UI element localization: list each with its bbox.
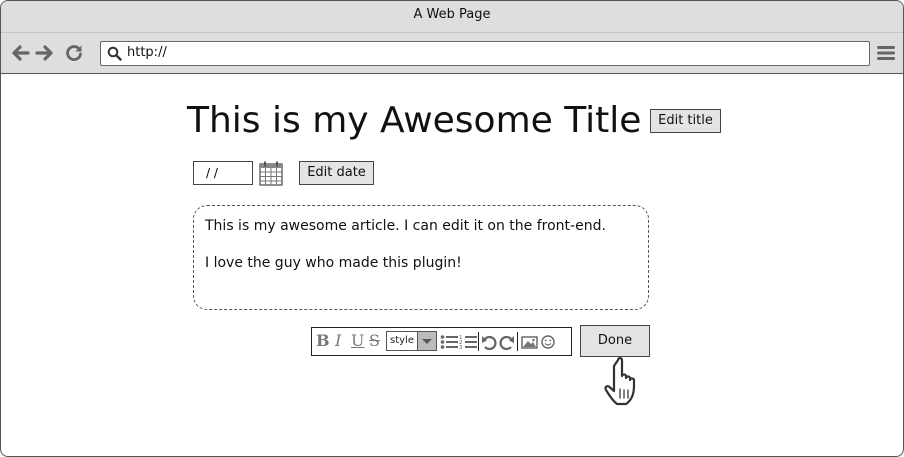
toolbar-divider [478, 332, 479, 351]
article-paragraph: I love the guy who made this plugin! [205, 255, 462, 271]
edit-title-button[interactable]: Edit title [650, 109, 721, 133]
url-text: http:// [127, 45, 167, 60]
emoji-icon[interactable] [540, 332, 556, 352]
hamburger-menu-icon[interactable] [877, 45, 895, 61]
edit-date-button[interactable]: Edit date [299, 161, 374, 185]
italic-button[interactable]: I [335, 331, 341, 350]
page-title: This is my Awesome Title [187, 100, 642, 141]
search-icon [107, 46, 122, 61]
toolbar-divider [517, 332, 518, 351]
numbered-list-icon[interactable]: 1 2 3 [459, 332, 477, 352]
strikethrough-button[interactable]: S [369, 331, 380, 350]
undo-icon[interactable] [481, 332, 497, 352]
address-bar[interactable]: http:// [100, 41, 870, 66]
bulleted-list-icon[interactable] [440, 332, 458, 352]
article-paragraph: This is my awesome article. I can edit i… [205, 218, 606, 234]
date-field[interactable]: / / [193, 161, 253, 185]
redo-icon[interactable] [499, 332, 515, 352]
calendar-icon[interactable] [259, 161, 283, 186]
page-content: This is my Awesome Title Edit title / / … [1, 74, 903, 456]
svg-text:3: 3 [459, 345, 463, 351]
hand-cursor-icon [604, 357, 636, 406]
article-editor[interactable]: This is my awesome article. I can edit i… [193, 205, 649, 310]
image-icon[interactable] [521, 332, 538, 352]
rich-text-toolbar: B I U S style 1 2 3 [311, 327, 572, 356]
underline-button[interactable]: U [351, 331, 364, 350]
browser-toolbar: http:// [1, 33, 903, 74]
chevron-down-icon[interactable] [417, 332, 436, 350]
back-arrow-icon[interactable] [10, 43, 30, 63]
style-select-value: style [390, 335, 414, 346]
reload-icon[interactable] [64, 43, 84, 63]
browser-window: A Web Page http:// This is my Awesome Ti… [0, 0, 904, 457]
style-select[interactable]: style [386, 331, 437, 351]
forward-arrow-icon[interactable] [35, 43, 55, 63]
window-title: A Web Page [1, 1, 903, 33]
done-button[interactable]: Done [580, 325, 650, 357]
bold-button[interactable]: B [316, 331, 330, 350]
